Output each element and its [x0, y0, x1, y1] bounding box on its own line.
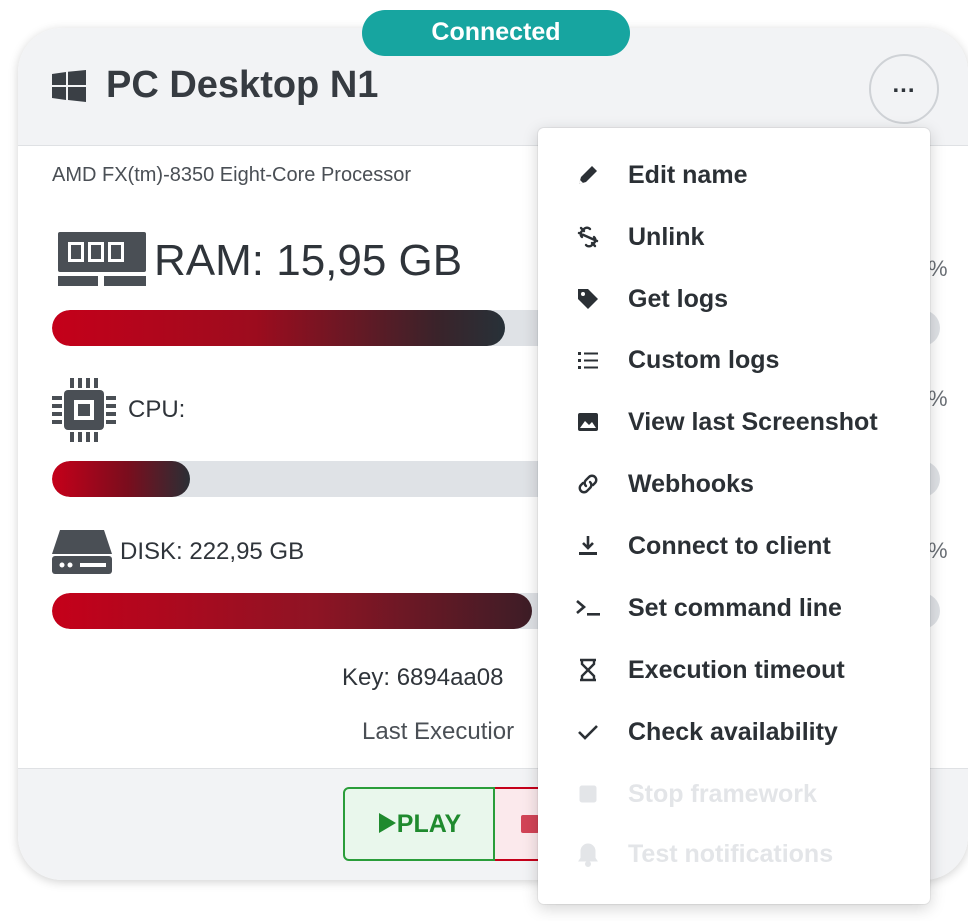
menu-item-stop-framework[interactable]: Stop framework — [538, 765, 930, 823]
disk-percent-fragment: % — [928, 538, 948, 563]
terminal-icon — [572, 592, 604, 624]
processor-name: AMD FX(tm)-8350 Eight-Core Processor — [52, 164, 411, 186]
options-dropdown-menu: Edit name Unlink Get logs Custom logs Vi… — [538, 128, 930, 904]
menu-item-test-notifications[interactable]: Test notifications — [538, 825, 930, 883]
hourglass-icon — [572, 654, 604, 686]
stop-icon — [521, 815, 539, 833]
cpu-percent-fragment: % — [928, 386, 948, 411]
more-options-button[interactable]: ... — [869, 54, 939, 124]
stop-icon — [572, 778, 604, 810]
tag-icon — [572, 283, 604, 315]
play-button[interactable]: PLAY — [343, 787, 495, 861]
device-title: PC Desktop N1 — [106, 64, 379, 106]
play-label: PLAY — [396, 810, 462, 838]
pencil-icon — [572, 159, 604, 191]
menu-item-label: Connect to client — [628, 531, 831, 560]
menu-item-label: Unlink — [628, 222, 705, 251]
menu-item-get-logs[interactable]: Get logs — [538, 270, 930, 328]
ram-percent-fragment: % — [928, 256, 948, 281]
menu-item-custom-logs[interactable]: Custom logs — [538, 331, 930, 389]
check-icon — [572, 716, 604, 748]
menu-item-check-availability[interactable]: Check availability — [538, 703, 930, 761]
bell-icon — [572, 838, 604, 870]
ram-icon — [58, 232, 146, 286]
disk-label: DISK: 222,95 GB — [120, 538, 305, 565]
link-icon — [572, 468, 604, 500]
menu-item-label: Edit name — [628, 160, 748, 189]
menu-item-webhooks[interactable]: Webhooks — [538, 455, 930, 513]
unlink-icon — [572, 221, 604, 253]
cpu-icon — [52, 378, 116, 442]
menu-item-label: Execution timeout — [628, 655, 845, 684]
list-icon — [572, 344, 604, 376]
ram-label: RAM: 15,95 GB — [154, 236, 463, 285]
menu-item-label: Custom logs — [628, 345, 780, 374]
menu-item-label: Get logs — [628, 284, 729, 313]
image-icon — [572, 406, 604, 438]
menu-item-execution-timeout[interactable]: Execution timeout — [538, 641, 930, 699]
menu-item-label: Webhooks — [628, 469, 754, 498]
menu-item-connect-to-client[interactable]: Connect to client — [538, 517, 930, 575]
menu-item-edit-name[interactable]: Edit name — [538, 146, 930, 204]
cpu-usage-fill — [52, 461, 190, 497]
disk-usage-fill — [52, 593, 532, 629]
menu-item-label: View last Screenshot — [628, 407, 878, 436]
disk-icon — [52, 530, 112, 574]
menu-item-label: Test notifications — [628, 839, 834, 868]
connection-status-badge: Connected — [362, 10, 630, 56]
menu-item-label: Set command line — [628, 593, 842, 622]
menu-item-unlink[interactable]: Unlink — [538, 208, 930, 266]
last-execution: Last Executior — [362, 718, 515, 745]
menu-item-view-last-screenshot[interactable]: View last Screenshot — [538, 393, 930, 451]
menu-item-label: Check availability — [628, 717, 838, 746]
cpu-label: CPU: — [128, 396, 186, 423]
device-key: Key: 6894aa08 — [342, 664, 504, 691]
windows-icon — [52, 70, 86, 102]
ram-usage-fill — [52, 310, 505, 346]
menu-item-label: Stop framework — [628, 779, 817, 808]
menu-item-set-command-line[interactable]: Set command line — [538, 579, 930, 637]
download-icon — [572, 530, 604, 562]
play-icon — [378, 813, 396, 833]
